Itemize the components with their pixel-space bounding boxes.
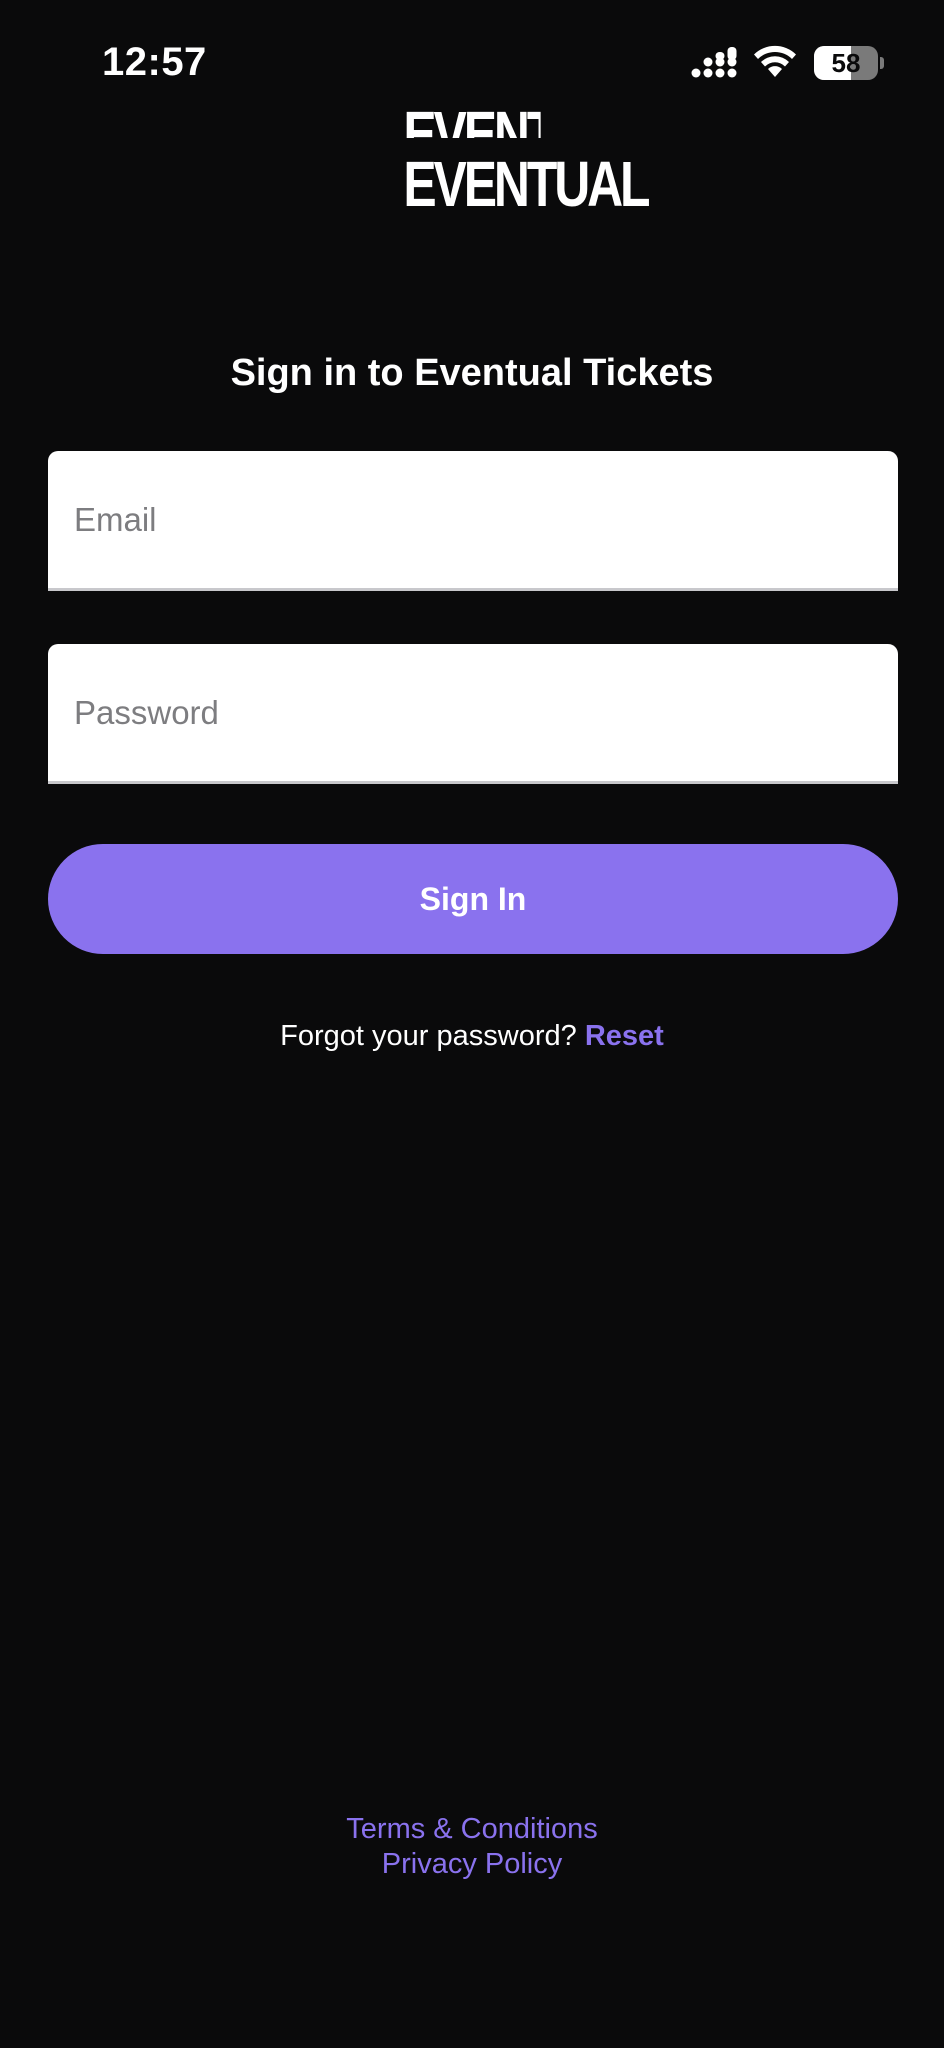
sign-in-button[interactable]: Sign In: [48, 844, 898, 954]
battery-level: 58: [831, 48, 861, 78]
password-field[interactable]: [74, 644, 874, 781]
logo-text: EVENTUAL: [403, 148, 650, 220]
forgot-password-text: Forgot your password?: [280, 1020, 577, 1052]
password-field-container: [48, 644, 898, 784]
privacy-policy-link[interactable]: Privacy Policy: [0, 1848, 944, 1881]
email-field[interactable]: [74, 451, 874, 588]
page-title: Sign in to Eventual Tickets: [230, 352, 714, 394]
wifi-icon: [754, 45, 796, 77]
forgot-password-row: Forgot your password? Reset: [0, 1020, 944, 1053]
battery-icon: 58: [814, 46, 884, 80]
terms-conditions-link[interactable]: Terms & Conditions: [0, 1813, 944, 1846]
status-time: 12:57: [102, 40, 207, 84]
eventual-logo: EVENTUAL EVENTUAL: [384, 102, 650, 220]
signal-icon: [691, 47, 737, 78]
email-field-container: [48, 451, 898, 591]
logo-text-top: EVENTUAL: [403, 98, 540, 138]
reset-password-link[interactable]: Reset: [585, 1020, 664, 1052]
